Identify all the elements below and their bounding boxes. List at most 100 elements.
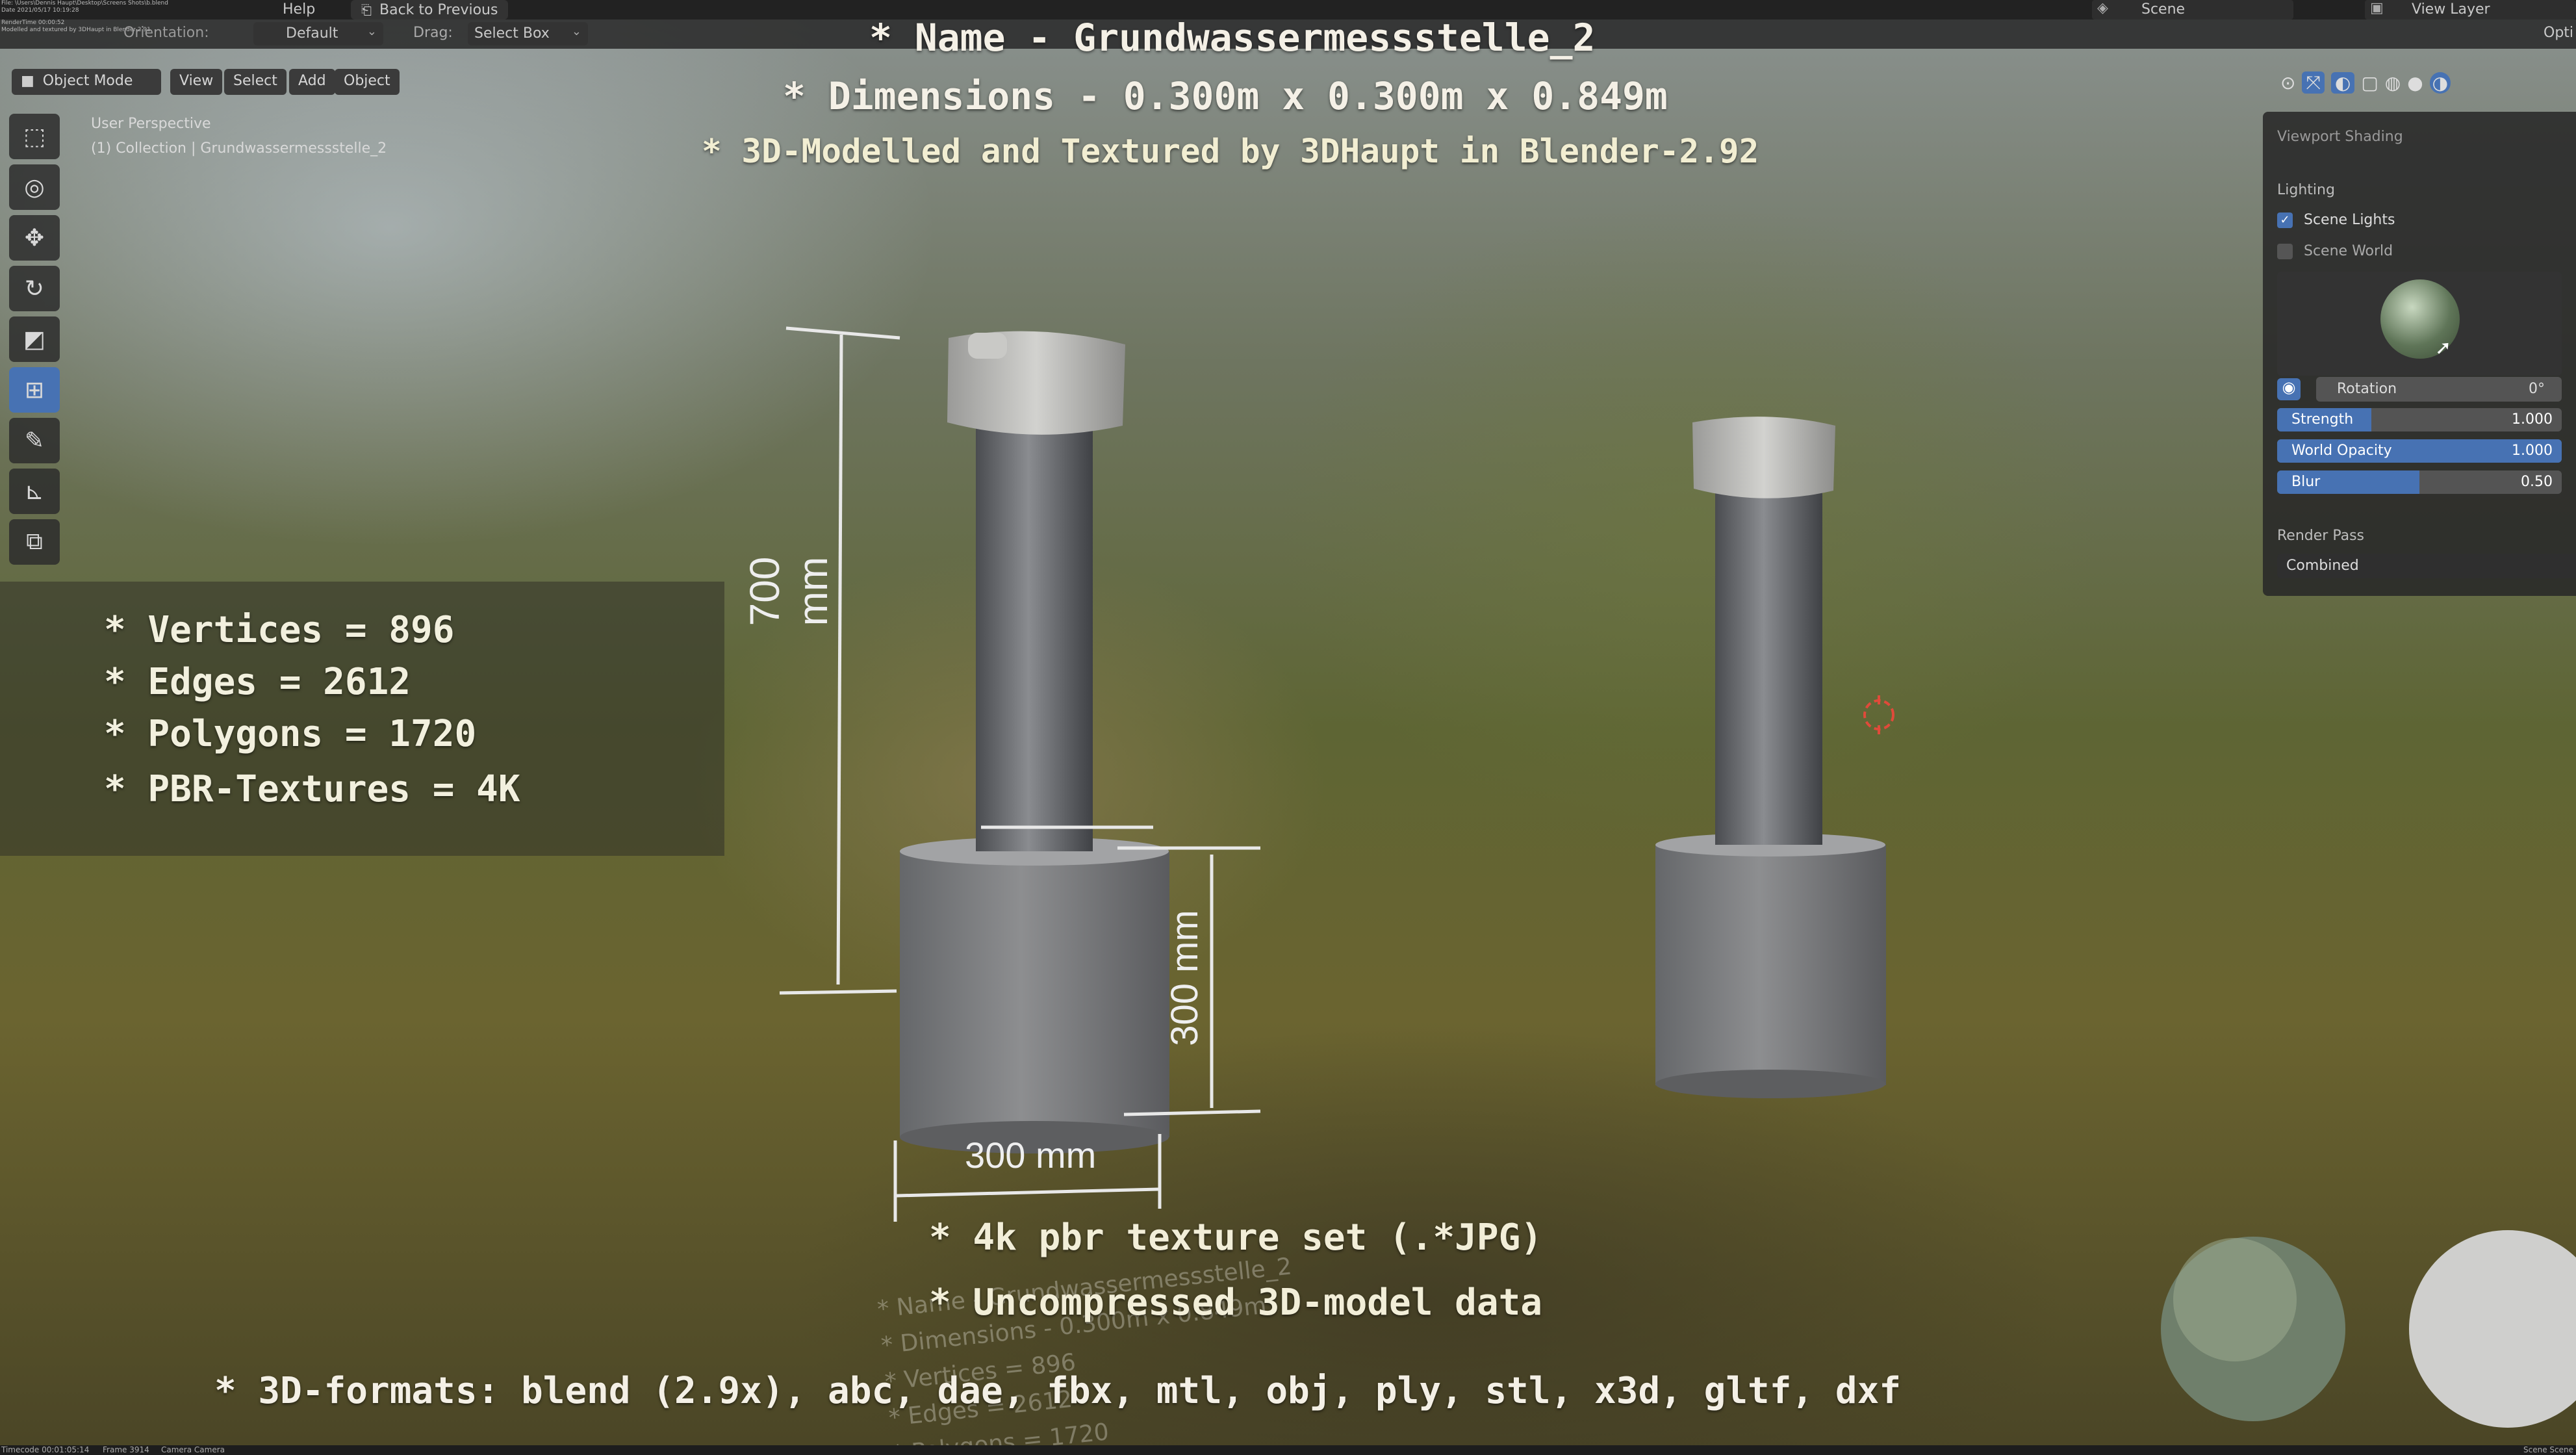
3d-cursor-icon bbox=[1863, 695, 1894, 734]
base-width-dimension-label: 300 mm bbox=[965, 1135, 1097, 1176]
cursor-arrow-icon: ⬚ bbox=[23, 123, 45, 150]
back-icon: ⎗ bbox=[361, 2, 372, 18]
drag-label: Drag: bbox=[413, 25, 453, 41]
stamp-line: File: \Users\Dennis Haupt\Desktop\Screen… bbox=[1, 0, 168, 6]
rotate-tool[interactable]: ↻ bbox=[9, 266, 60, 311]
orientation-value: Default bbox=[286, 25, 338, 42]
scale-icon: ◩ bbox=[23, 326, 45, 353]
collection-label: (1) Collection | Grundwassermessstelle_2 bbox=[91, 140, 387, 157]
select-menu[interactable]: Select bbox=[224, 69, 287, 95]
checkbox-checked-icon: ✓ bbox=[2277, 212, 2293, 228]
wireframe-shading-icon[interactable]: ◍ bbox=[2385, 72, 2401, 94]
scale-tool[interactable]: ◩ bbox=[9, 316, 60, 362]
pencil-icon: ✎ bbox=[24, 427, 45, 454]
crosshair-icon: ◎ bbox=[24, 174, 45, 201]
rotation-slider[interactable]: Rotation 0° bbox=[2316, 377, 2562, 402]
title-dimensions: * Dimensions - 0.300m x 0.300m x 0.849m bbox=[783, 74, 1668, 118]
view-menu[interactable]: View bbox=[170, 69, 223, 95]
strength-value: 1.000 bbox=[2512, 411, 2553, 428]
annotate-tool[interactable]: ✎ bbox=[9, 418, 60, 463]
stamp-line: Date 2021/05/17 10:19:28 bbox=[1, 7, 79, 14]
scene-world-label: Scene World bbox=[2304, 243, 2393, 259]
bottom-formats: * 3D-formats: blend (2.9x), abc, dae, fb… bbox=[214, 1370, 1902, 1412]
orientation-label: Orientation: bbox=[123, 25, 209, 41]
drag-dropdown[interactable]: Select Box ⌄ bbox=[468, 22, 588, 45]
hdri-thumbnail[interactable]: ➚ bbox=[2277, 272, 2562, 376]
menu-help[interactable]: Help bbox=[283, 1, 315, 18]
visibility-icon[interactable]: ⊙ bbox=[2280, 72, 2295, 94]
select-box-tool[interactable]: ⬚ bbox=[9, 114, 60, 159]
object-menu[interactable]: Object bbox=[335, 69, 400, 95]
world-opacity-slider[interactable]: World Opacity 1.000 bbox=[2277, 439, 2562, 463]
blur-slider[interactable]: Blur 0.50 bbox=[2277, 470, 2562, 494]
blur-value: 0.50 bbox=[2521, 474, 2553, 490]
object-mode-dropdown[interactable]: ■ Object Mode bbox=[12, 69, 161, 95]
strength-slider[interactable]: Strength 1.000 bbox=[2277, 408, 2562, 431]
title-name: * Name - Grundwassermessstelle_2 bbox=[869, 16, 1596, 60]
cursor-tool[interactable]: ◎ bbox=[9, 164, 60, 210]
scene-lights-checkbox[interactable]: ✓ Scene Lights bbox=[2277, 212, 2395, 228]
stat-vertices: * Vertices = 896 bbox=[104, 609, 455, 651]
status-bar: Timecode 00:01:05:14 Frame 3914 Camera C… bbox=[0, 1445, 2576, 1455]
ruler-icon: ⊾ bbox=[24, 478, 45, 505]
transform-icon: ⊞ bbox=[24, 376, 45, 404]
back-to-previous-button[interactable]: ⎗ Back to Previous bbox=[351, 0, 509, 19]
bottom-textures: * 4k pbr texture set (.*JPG) bbox=[929, 1217, 1543, 1259]
xray-icon[interactable]: ▢ bbox=[2361, 72, 2378, 94]
gizmo-icon[interactable]: ⤧ bbox=[2302, 71, 2325, 94]
lighting-header: Lighting bbox=[2277, 182, 2335, 198]
bottom-uncompressed: * Uncompressed 3D-model data bbox=[929, 1281, 1543, 1324]
chevron-down-icon: ⌄ bbox=[571, 25, 581, 38]
render-pass-dropdown[interactable]: Combined bbox=[2277, 554, 2576, 578]
scene-lights-label: Scene Lights bbox=[2304, 212, 2395, 228]
overlay-icon[interactable]: ◐ bbox=[2330, 71, 2355, 94]
frame-text: Frame 3914 bbox=[103, 1445, 149, 1454]
drag-value: Select Box bbox=[474, 25, 550, 42]
transform-tool[interactable]: ⊞ bbox=[9, 367, 60, 413]
add-cube-tool[interactable]: ⧉ bbox=[9, 519, 60, 565]
measure-tool[interactable]: ⊾ bbox=[9, 469, 60, 514]
object-mode-label: Object Mode bbox=[42, 73, 133, 89]
view-layer-selector[interactable]: ▣ View Layer bbox=[2365, 0, 2576, 19]
rotation-value: 0° bbox=[2529, 381, 2545, 397]
solid-shading-icon[interactable]: ● bbox=[2407, 72, 2423, 94]
render-stamp: File: \Users\Dennis Haupt\Desktop\Screen… bbox=[1, 0, 222, 14]
stat-polygons: * Polygons = 1720 bbox=[104, 713, 477, 755]
add-menu[interactable]: Add bbox=[289, 69, 335, 95]
scene-label: Scene bbox=[2141, 1, 2186, 18]
scene-selector[interactable]: ◈ Scene bbox=[2092, 0, 2293, 19]
viewport-shading-panel: Viewport Shading Lighting ✓ Scene Lights… bbox=[2263, 112, 2576, 596]
left-well-model bbox=[900, 331, 1169, 1153]
chevron-down-icon: ⌄ bbox=[366, 25, 377, 38]
scene-status-text: Scene Scene bbox=[2523, 1445, 2573, 1454]
panel-title: Viewport Shading bbox=[2277, 129, 2403, 145]
back-to-previous-label: Back to Previous bbox=[379, 1, 498, 18]
world-opacity-value: 1.000 bbox=[2512, 443, 2553, 459]
render-pass-label: Render Pass bbox=[2277, 528, 2364, 544]
view-layer-label: View Layer bbox=[2412, 1, 2490, 18]
move-tool[interactable]: ✥ bbox=[9, 215, 60, 261]
viewport-gizmo-toggles: ⊙ ⤧ ◐ ▢ ◍ ● ◑ bbox=[2280, 69, 2576, 96]
right-well-model bbox=[1655, 417, 1886, 1098]
material-shading-icon[interactable]: ◑ bbox=[2429, 71, 2451, 94]
mouse-cursor-icon: ➚ bbox=[2435, 337, 2452, 359]
render-pass-value: Combined bbox=[2286, 558, 2359, 574]
options-label[interactable]: Opti bbox=[2544, 25, 2573, 41]
height-dimension-label: 700 mm bbox=[741, 556, 836, 626]
base-height-dimension-label: 300 mm bbox=[1164, 910, 1206, 1046]
stat-textures: * PBR-Textures = 4K bbox=[104, 768, 520, 810]
view-layer-icon: ▣ bbox=[2370, 0, 2384, 16]
checkbox-unchecked-icon bbox=[2277, 244, 2293, 259]
blur-label: Blur bbox=[2291, 474, 2321, 490]
orientation-dropdown[interactable]: Default ⌄ bbox=[253, 22, 383, 45]
stat-edges: * Edges = 2612 bbox=[104, 661, 411, 703]
move-icon: ✥ bbox=[24, 224, 45, 251]
rotate-icon: ↻ bbox=[24, 275, 45, 302]
3d-viewport[interactable]: File: \Users\Dennis Haupt\Desktop\Screen… bbox=[0, 0, 2576, 1455]
world-rotation-field[interactable]: ◉ Rotation 0° bbox=[2277, 377, 2562, 402]
object-mode-icon: ■ bbox=[21, 73, 34, 89]
scene-icon: ◈ bbox=[2097, 0, 2108, 16]
matcap-sphere bbox=[2409, 1230, 2576, 1428]
scene-world-checkbox[interactable]: Scene World bbox=[2277, 243, 2393, 259]
cube-icon: ⧉ bbox=[26, 528, 43, 555]
